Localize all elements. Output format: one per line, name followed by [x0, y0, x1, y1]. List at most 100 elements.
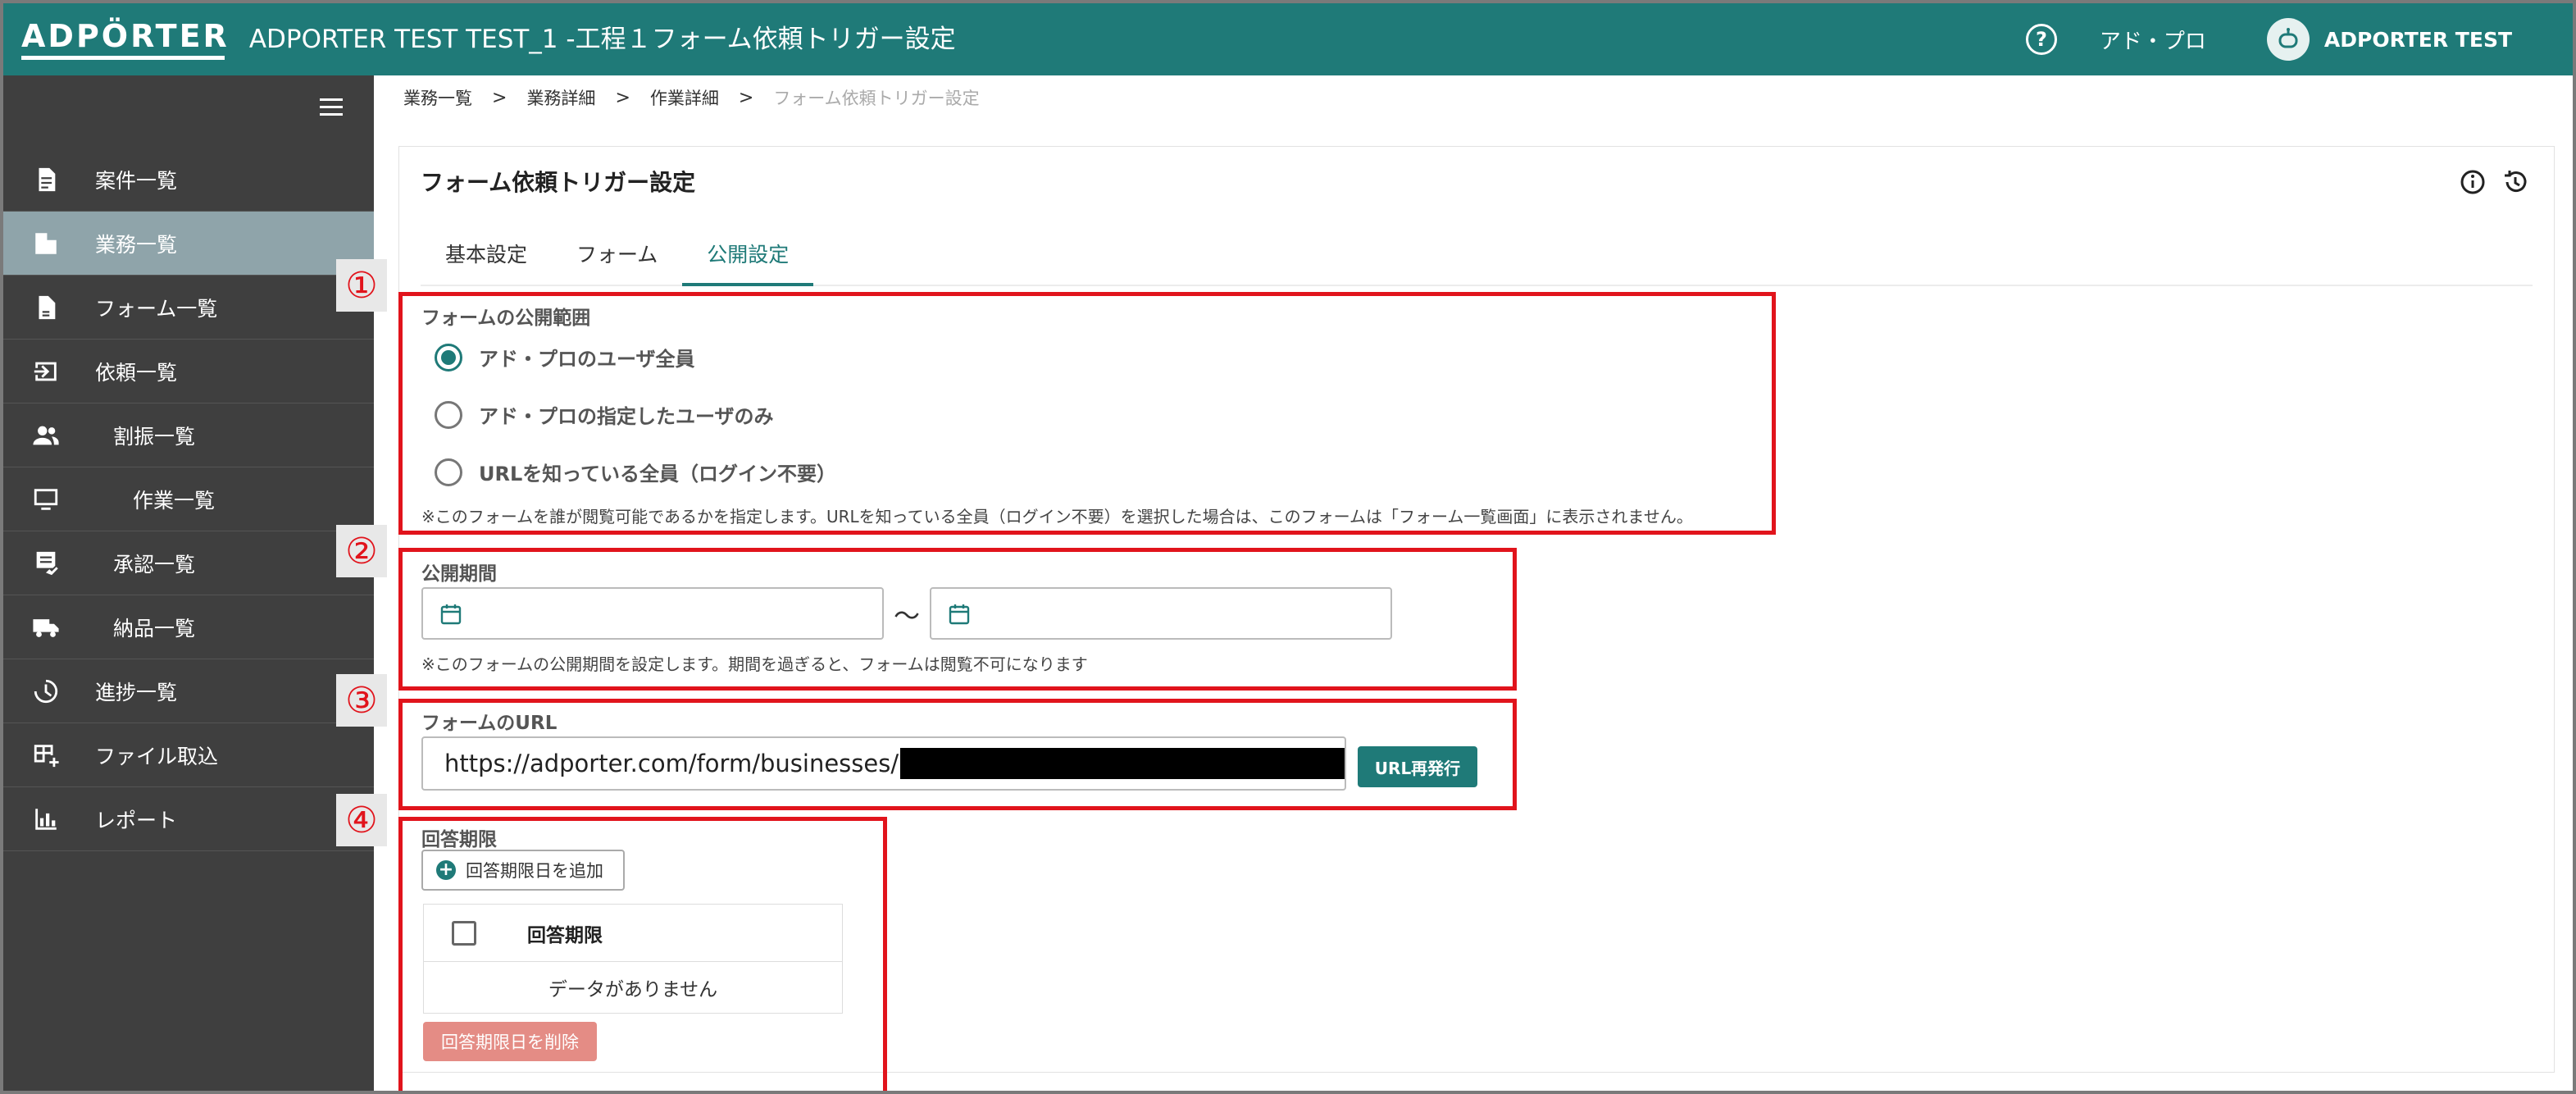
main-content: 業務一覧 > 業務詳細 > 作業詳細 > フォーム依頼トリガー設定 フォーム依頼… [336, 75, 2573, 1091]
sidebar-item-label: レポート [95, 808, 178, 832]
avatar[interactable] [2266, 18, 2310, 61]
period-separator: 〜 [894, 600, 921, 631]
breadcrumb-current: フォーム依頼トリガー設定 [773, 89, 980, 108]
sidebar-item[interactable]: ファイル取込 [3, 723, 374, 787]
user-name[interactable]: ADPORTER TEST [2324, 28, 2512, 52]
tab-form[interactable]: フォーム [552, 229, 682, 285]
panel-actions [2459, 168, 2529, 196]
sidebar-item[interactable]: 進捗一覧 [3, 659, 374, 723]
page-title: フォーム依頼トリガー設定 [421, 169, 696, 196]
tab-publish-settings[interactable]: 公開設定 [682, 229, 814, 286]
radio-button[interactable] [435, 400, 462, 429]
logo-text: ADPÖRTER [21, 17, 230, 54]
sidebar-item-label: 作業一覧 [133, 488, 216, 513]
sidebar-item-label: フォーム一覧 [95, 296, 218, 321]
scope-option-anyone-with-url[interactable]: URLを知っている全員（ログイン不要） [435, 458, 836, 486]
page-header-title: ADPORTER TEST TEST_1 -工程１フォーム依頼トリガー設定 [248, 25, 956, 54]
sidebar-item[interactable]: 業務一覧 [3, 212, 374, 276]
help-icon[interactable]: ? [2025, 24, 2057, 55]
sidebar-item-label: 業務一覧 [95, 232, 178, 257]
sidebar-item-label: 進捗一覧 [95, 680, 178, 704]
form-url-field[interactable]: https://adporter.com/form/businesses/ [421, 736, 1346, 791]
empty-state-text: データがありません [548, 979, 718, 1001]
sidebar-item[interactable]: 割振一覧 [3, 403, 374, 467]
sidebar-nav: 案件一覧業務一覧フォーム一覧 依頼一覧割振一覧作業一覧承認一覧納品一覧進捗一覧ファ… [3, 148, 374, 851]
form-file-icon [31, 293, 61, 322]
deadline-table-header: 回答期限 [424, 905, 842, 962]
approval-icon [31, 549, 61, 578]
table-add-icon [31, 741, 61, 770]
calendar-icon [440, 604, 462, 625]
app-logo[interactable]: ADPÖRTER [21, 20, 230, 60]
building-icon [31, 229, 61, 258]
delete-deadline-button[interactable]: 回答期限日を削除 [423, 1022, 597, 1061]
sidebar-item-label: 割振一覧 [113, 424, 196, 449]
bar-chart-icon [31, 805, 61, 834]
header-actions: ? アド・プロ ADPORTER TEST [2025, 3, 2573, 75]
document-icon [31, 165, 61, 194]
sidebar-item[interactable]: 案件一覧 [3, 148, 374, 212]
reissue-url-button[interactable]: URL再発行 [1358, 746, 1477, 787]
monitor-icon [31, 485, 61, 514]
calendar-icon [949, 604, 970, 625]
callout-number-2: ② [336, 525, 387, 577]
tab-basic-settings[interactable]: 基本設定 [421, 229, 552, 285]
period-start-date-input[interactable] [421, 587, 884, 640]
sidebar-item-label: 案件一覧 [95, 168, 178, 193]
sidebar-item-label: ファイル取込 [95, 744, 219, 768]
redacted-url-segment [900, 748, 1345, 779]
logo-underline [21, 55, 225, 60]
breadcrumb: 業務一覧 > 業務詳細 > 作業詳細 > フォーム依頼トリガー設定 [403, 85, 980, 110]
period-note: ※このフォームの公開期間を設定します。期間を過ぎると、フォームは閲覧不可になりま… [421, 654, 1088, 674]
truck-icon [31, 613, 61, 642]
scope-option-label: アド・プロのユーザ全員 [479, 348, 695, 371]
tab-bar: 基本設定 フォーム 公開設定 [421, 229, 2533, 286]
period-label: 公開期間 [421, 563, 497, 585]
scope-note: ※このフォームを誰が閲覧可能であるかを指定します。URLを知っている全員（ログイ… [421, 507, 1693, 526]
sidebar-item[interactable]: レポート [3, 787, 374, 851]
callout-number-1: ① [336, 259, 387, 312]
breadcrumb-item[interactable]: 業務一覧 [403, 85, 472, 110]
sidebar-item[interactable]: 作業一覧 [3, 467, 374, 531]
sidebar-item[interactable]: 納品一覧 [3, 595, 374, 659]
info-icon[interactable] [2459, 168, 2487, 196]
menu-toggle-icon[interactable] [320, 98, 343, 118]
deadline-column-header: 回答期限 [527, 924, 603, 946]
scope-option-label: アド・プロの指定したユーザのみ [479, 405, 774, 428]
add-deadline-label: 回答期限日を追加 [466, 861, 603, 881]
deadline-label: 回答期限 [421, 829, 497, 850]
sidebar-item[interactable]: 承認一覧 [3, 531, 374, 595]
callout-number-3: ③ [336, 674, 387, 727]
tenant-name[interactable]: アド・プロ [2100, 25, 2206, 55]
url-label: フォームのURL [421, 713, 558, 734]
app-window: ADPÖRTER ADPORTER TEST TEST_1 -工程１フォーム依頼… [0, 0, 2576, 1094]
callout-number-4: ④ [336, 794, 387, 846]
scope-option-label: URLを知っている全員（ログイン不要） [479, 463, 837, 485]
add-deadline-button[interactable]: + 回答期限日を追加 [421, 850, 625, 891]
radio-button[interactable] [435, 458, 462, 486]
sidebar-item-label: 承認一覧 [113, 552, 196, 577]
chevron-right-icon: > [492, 87, 507, 108]
sidebar-item[interactable]: 依頼一覧 [3, 340, 374, 403]
sidebar: 案件一覧業務一覧フォーム一覧 依頼一覧割振一覧作業一覧承認一覧納品一覧進捗一覧ファ… [3, 75, 374, 1091]
chevron-right-icon: > [738, 87, 754, 108]
radio-button[interactable] [435, 343, 462, 372]
sidebar-item[interactable]: フォーム一覧 [3, 276, 374, 340]
breadcrumb-item[interactable]: 業務詳細 [526, 85, 595, 110]
select-all-checkbox[interactable] [452, 920, 476, 946]
breadcrumb-item[interactable]: 作業詳細 [650, 85, 719, 110]
period-end-date-input[interactable] [930, 587, 1392, 640]
sidebar-item-label: 依頼一覧 [95, 360, 178, 385]
form-url-text: https://adporter.com/form/businesses/ [444, 750, 899, 777]
scope-option-selected-users[interactable]: アド・プロの指定したユーザのみ [435, 400, 774, 429]
people-icon [31, 421, 61, 450]
plus-circle-icon: + [436, 860, 456, 880]
inbox-arrow-icon [31, 357, 61, 386]
scope-option-all-users[interactable]: アド・プロのユーザ全員 [435, 343, 695, 372]
clock-icon [31, 677, 61, 706]
user-avatar-icon [2278, 28, 2298, 48]
deadline-table: 回答期限 データがありません [423, 904, 843, 1014]
history-icon[interactable] [2501, 168, 2529, 196]
sidebar-item-label: 納品一覧 [113, 616, 196, 640]
scope-label: フォームの公開範囲 [421, 308, 591, 329]
